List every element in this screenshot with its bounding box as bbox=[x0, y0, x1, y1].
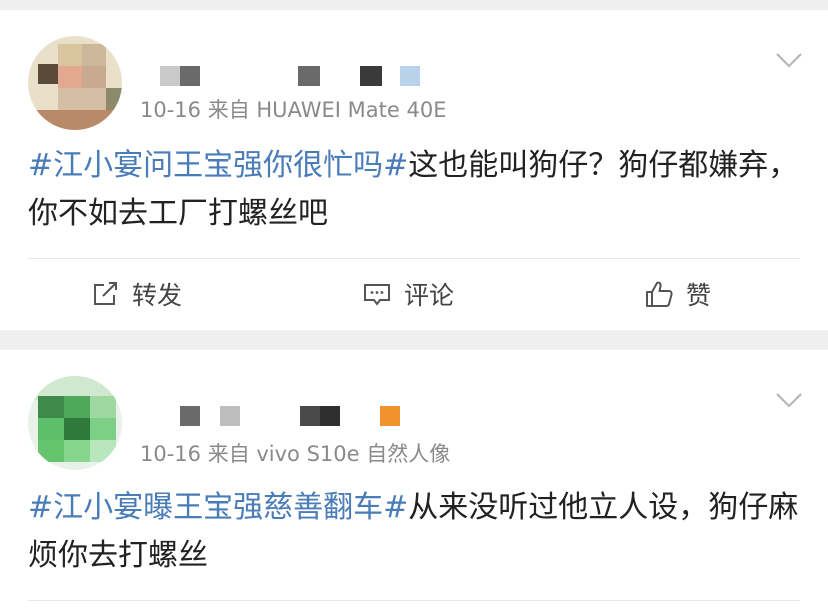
weibo-post-card[interactable]: 10-16 来自 HUAWEI Mate 40E #江小宴问王宝强你很忙吗#这也… bbox=[0, 10, 828, 330]
avatar-blur-cell bbox=[90, 418, 116, 440]
avatar-blur-cell bbox=[90, 396, 116, 418]
chevron-down-icon[interactable] bbox=[774, 50, 804, 70]
avatar-blur-cell bbox=[58, 44, 82, 66]
avatar-blur-cell bbox=[106, 88, 122, 110]
redaction-block bbox=[220, 406, 240, 426]
avatar[interactable] bbox=[28, 36, 122, 130]
redaction-block bbox=[160, 66, 180, 86]
avatar-blur-cell bbox=[58, 88, 106, 110]
redaction-block bbox=[380, 406, 400, 426]
comment-label: 评论 bbox=[404, 281, 455, 310]
avatar-blur-cell bbox=[58, 66, 82, 88]
avatar-blur-cell bbox=[38, 64, 58, 84]
like-icon bbox=[646, 281, 673, 307]
redaction-block bbox=[360, 66, 382, 86]
divider bbox=[28, 600, 800, 601]
avatar-blur-cell bbox=[64, 440, 90, 462]
avatar-blur-cell bbox=[90, 440, 116, 462]
avatar[interactable] bbox=[28, 376, 122, 470]
avatar-blur-cell bbox=[82, 44, 106, 66]
weibo-post-card[interactable]: 10-16 来自 vivo S10e 自然人像 #江小宴曝王宝强慈善翻车#从来没… bbox=[0, 350, 828, 608]
redaction-block bbox=[400, 66, 420, 86]
chevron-down-icon[interactable] bbox=[774, 390, 804, 410]
repost-button[interactable]: 转发 bbox=[90, 276, 182, 312]
redaction-block bbox=[320, 406, 340, 426]
redaction-block bbox=[180, 66, 200, 86]
like-label: 赞 bbox=[686, 281, 712, 310]
like-button[interactable]: 赞 bbox=[644, 276, 711, 312]
topic-hashtag-link[interactable]: #江小宴曝王宝强慈善翻车# bbox=[28, 490, 408, 525]
avatar-blur-cell bbox=[64, 418, 90, 440]
redaction-block bbox=[300, 406, 320, 426]
comment-button[interactable]: 评论 bbox=[362, 276, 454, 312]
divider bbox=[28, 258, 800, 259]
avatar-blur-cell bbox=[38, 396, 64, 418]
avatar-blur-cell bbox=[64, 396, 90, 418]
avatar-blur-cell bbox=[38, 418, 64, 440]
repost-icon bbox=[94, 282, 117, 305]
avatar-blur-cell bbox=[38, 440, 64, 462]
post-text: #江小宴曝王宝强慈善翻车#从来没听过他立人设，狗仔麻烦你去打螺丝 bbox=[28, 484, 800, 580]
post-meta: 10-16 来自 vivo S10e 自然人像 bbox=[140, 442, 451, 466]
topic-hashtag-link[interactable]: #江小宴问王宝强你很忙吗# bbox=[28, 148, 408, 183]
redaction-block bbox=[298, 66, 320, 86]
avatar-blur-cell bbox=[82, 66, 106, 88]
comment-icon bbox=[364, 284, 390, 306]
post-meta: 10-16 来自 HUAWEI Mate 40E bbox=[140, 98, 447, 122]
post-text: #江小宴问王宝强你很忙吗#这也能叫狗仔？狗仔都嫌弃，你不如去工厂打螺丝吧 bbox=[28, 142, 800, 238]
redaction-block bbox=[180, 406, 200, 426]
repost-label: 转发 bbox=[132, 281, 183, 310]
avatar-blur-cell bbox=[28, 110, 122, 130]
